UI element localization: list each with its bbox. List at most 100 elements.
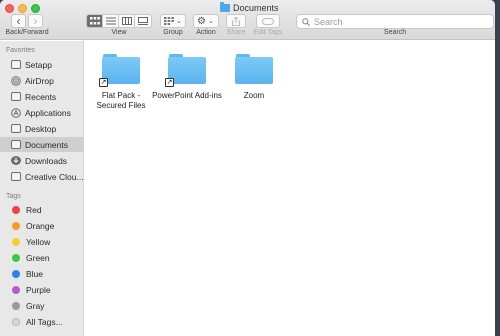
applications-icon: [11, 107, 21, 118]
sidebar-item-label: Desktop: [25, 123, 57, 134]
sidebar-item-applications[interactable]: Applications: [0, 105, 84, 120]
gray-tag-icon: [12, 301, 20, 310]
file-name: Zoom: [243, 91, 265, 100]
file-name: PowerPoint Add-ins: [152, 91, 222, 100]
sidebar-all-tags[interactable]: All Tags...: [0, 314, 84, 329]
yellow-tag-icon: [12, 237, 20, 246]
sidebar-tag-orange[interactable]: Orange: [0, 218, 84, 233]
sidebar-item-desktop[interactable]: Desktop: [0, 121, 84, 136]
minimize-window-button[interactable]: [18, 4, 27, 13]
sidebar-item-label: Recents: [25, 91, 57, 102]
sidebar-item-label: Gray: [26, 300, 45, 311]
toolbar: Documents ‹ › Back/Forward View ⌄ Group: [0, 0, 495, 40]
setapp-icon: [11, 60, 21, 69]
sidebar-item-label: Green: [26, 252, 50, 263]
zoom-window-button[interactable]: [31, 4, 40, 13]
back-button[interactable]: ‹: [11, 14, 26, 28]
sidebar-tag-gray[interactable]: Gray: [0, 298, 84, 313]
sidebar-item-label: All Tags...: [26, 316, 63, 327]
search-label: Search: [383, 29, 407, 36]
sidebar-item-label: Purple: [26, 284, 51, 295]
edit-tags-label: Edit Tags: [253, 29, 283, 36]
purple-tag-icon: [12, 285, 20, 294]
sidebar-item-downloads[interactable]: Downloads: [0, 153, 84, 168]
sidebar-item-label: Downloads: [25, 155, 68, 166]
window-title: Documents: [220, 2, 279, 14]
orange-tag-icon: [12, 221, 20, 230]
column-view-button[interactable]: [119, 15, 135, 27]
grid-icon: [89, 17, 100, 25]
file-browser: ↗ Flat Pack - Secured Files ↗ PowerPoint…: [85, 41, 495, 336]
recents-icon: [11, 92, 21, 101]
file-item[interactable]: Zoom: [219, 52, 289, 101]
back-forward-label: Back/Forward: [5, 29, 49, 36]
sidebar-tag-red[interactable]: Red: [0, 202, 84, 217]
file-item[interactable]: ↗ PowerPoint Add-ins: [152, 52, 222, 101]
share-button[interactable]: [226, 14, 246, 28]
chevron-down-icon: ⌄: [207, 18, 214, 25]
sidebar-item-airdrop[interactable]: AirDrop: [0, 73, 84, 88]
blue-tag-icon: [12, 269, 20, 278]
file-name: Flat Pack - Secured Files: [96, 91, 146, 110]
share-icon: [232, 16, 240, 26]
group-label: Group: [163, 29, 183, 36]
sidebar-item-label: Blue: [26, 268, 44, 279]
sidebar-tag-blue[interactable]: Blue: [0, 266, 84, 281]
search-input[interactable]: [314, 16, 484, 27]
file-item[interactable]: ↗ Flat Pack - Secured Files: [86, 52, 156, 111]
gear-icon: ⚙: [197, 15, 206, 27]
view-label: View: [111, 29, 127, 36]
icon-view-button[interactable]: [87, 15, 103, 27]
sidebar-item-label: Applications: [25, 107, 71, 118]
window-title-text: Documents: [233, 3, 279, 13]
sidebar-item-label: Creative Clou...: [25, 171, 84, 182]
sidebar-item-label: Setapp: [25, 59, 52, 70]
desktop-icon: [11, 124, 21, 133]
list-icon: [105, 17, 116, 25]
documents-icon: [11, 140, 21, 149]
downloads-icon: [11, 156, 21, 165]
group-button[interactable]: ⌄: [160, 14, 186, 28]
folder-icon: [235, 54, 273, 84]
all-tags-icon: [12, 317, 20, 326]
finder-window: Documents ‹ › Back/Forward View ⌄ Group: [0, 0, 495, 336]
sidebar-tag-purple[interactable]: Purple: [0, 282, 84, 297]
sidebar-item-label: Red: [26, 204, 42, 215]
green-tag-icon: [12, 253, 20, 262]
chevron-down-icon: ⌄: [176, 18, 182, 25]
close-window-button[interactable]: [5, 4, 14, 13]
search-field[interactable]: [296, 14, 494, 29]
sidebar-item-documents[interactable]: Documents: [0, 137, 84, 152]
sidebar: Favorites Setapp AirDrop Recents Applica…: [0, 41, 84, 336]
search-icon: [302, 17, 310, 26]
action-button[interactable]: ⚙ ⌄: [193, 14, 219, 28]
forward-button[interactable]: ›: [28, 14, 43, 28]
action-label: Action: [196, 29, 216, 36]
share-label: Share: [226, 29, 246, 36]
sidebar-item-label: Orange: [26, 220, 55, 231]
sidebar-item-setapp[interactable]: Setapp: [0, 57, 84, 72]
sidebar-item-label: Documents: [25, 139, 68, 150]
sidebar-item-recents[interactable]: Recents: [0, 89, 84, 104]
sidebar-item-label: AirDrop: [25, 75, 54, 86]
sidebar-item-label: Yellow: [26, 236, 51, 247]
columns-icon: [121, 17, 132, 25]
view-mode-switch: [86, 14, 152, 28]
folder-icon: [220, 2, 230, 12]
list-view-button[interactable]: [103, 15, 119, 27]
favorites-header: Favorites: [6, 47, 35, 54]
group-grid-icon: [164, 17, 174, 25]
sidebar-item-creative-cloud[interactable]: Creative Clou...: [0, 169, 84, 184]
sidebar-tag-green[interactable]: Green: [0, 250, 84, 265]
sidebar-tag-yellow[interactable]: Yellow: [0, 234, 84, 249]
red-tag-icon: [12, 205, 20, 214]
gallery-icon: [138, 17, 148, 25]
alias-arrow-icon: ↗: [165, 78, 174, 87]
alias-arrow-icon: ↗: [99, 78, 108, 87]
folder-icon: ↗: [165, 54, 206, 87]
gallery-view-button[interactable]: [135, 15, 151, 27]
edit-tags-button[interactable]: [256, 14, 280, 28]
creative-cloud-icon: [11, 172, 21, 181]
tag-icon: [262, 17, 274, 25]
desktop-background: [495, 0, 500, 336]
